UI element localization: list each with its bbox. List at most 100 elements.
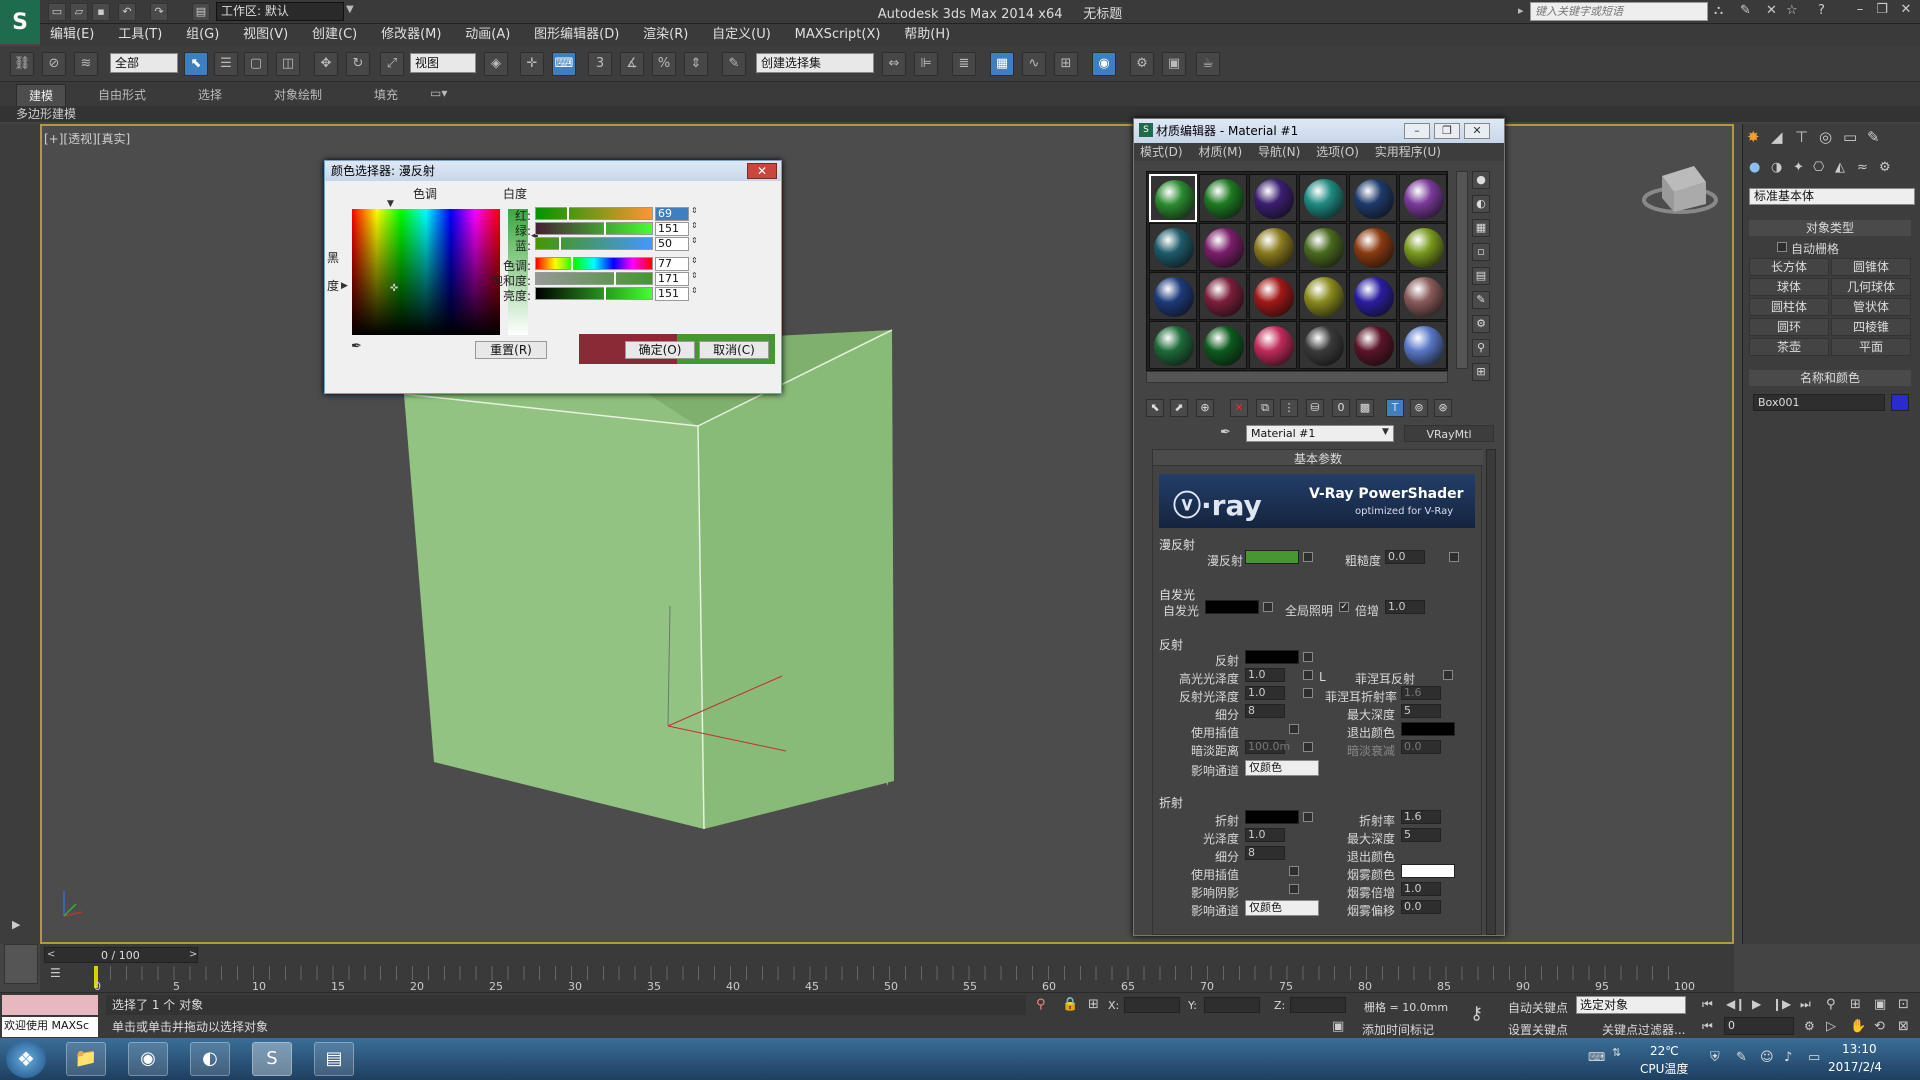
save-icon[interactable]: ▪ — [92, 3, 110, 21]
refr-subdivs-input[interactable]: 8 — [1245, 846, 1285, 860]
search-expand-icon[interactable]: ▸ — [1518, 4, 1524, 17]
hue-pointer-icon[interactable]: ▼ — [387, 199, 394, 209]
time-config-icon[interactable]: ⚙ — [1804, 1019, 1815, 1033]
menu-customize[interactable]: 自定义(U) — [702, 24, 781, 46]
reset-map-icon[interactable]: ✕ — [1230, 399, 1248, 417]
favorites-icon[interactable]: ☆ — [1786, 3, 1798, 18]
red-slider[interactable] — [535, 207, 653, 220]
set-key-icon[interactable]: ⚷ — [1470, 1003, 1483, 1024]
material-slot[interactable] — [1249, 321, 1297, 369]
obs-icon[interactable]: ◐ — [190, 1042, 230, 1076]
selection-filter-dropdown[interactable]: 全部 — [110, 53, 178, 73]
play-icon[interactable]: ▶ — [1752, 997, 1761, 1011]
red-value-input[interactable]: 69 — [655, 207, 689, 221]
me-restore-icon[interactable]: ❐ — [1434, 123, 1460, 139]
time-tag-icon[interactable]: ▣ — [1332, 1019, 1344, 1034]
material-name-dropdown-icon[interactable]: ▼ — [1382, 427, 1389, 437]
maxscript-listener-pink[interactable] — [2, 995, 98, 1015]
fresnel-ior-input[interactable]: 1.6 — [1401, 686, 1441, 700]
value-value-input[interactable]: 151 — [655, 287, 689, 301]
unlink-icon[interactable]: ⊘ — [42, 52, 66, 76]
roughness-input[interactable]: 0.0 — [1385, 550, 1425, 564]
go-to-start-icon[interactable]: ⏮ — [1702, 997, 1713, 1012]
go-to-end-icon[interactable]: ⏭ — [1800, 997, 1811, 1012]
material-slot[interactable] — [1249, 174, 1297, 222]
app-logo-icon[interactable]: S — [0, 0, 40, 44]
zoom-all-icon[interactable]: ⊞ — [1850, 997, 1861, 1012]
spinner-icon[interactable]: ⇕ — [691, 286, 698, 295]
box-button[interactable]: 长方体 — [1749, 258, 1829, 276]
torus-button[interactable]: 圆环 — [1749, 318, 1829, 336]
refl-gloss-input[interactable]: 1.0 — [1245, 686, 1285, 700]
absolute-mode-icon[interactable]: ⊞ — [1088, 997, 1099, 1012]
make-unique-icon[interactable]: ⋮ — [1280, 399, 1298, 417]
material-map-navigator-icon[interactable]: ⊞ — [1472, 363, 1490, 381]
spinner-icon[interactable]: ⇕ — [691, 271, 698, 280]
value-slider[interactable] — [535, 287, 653, 300]
undo-icon[interactable]: ↶ — [118, 3, 136, 21]
track-bar[interactable]: 0 5 10 15 20 25 30 35 40 45 50 55 60 65 70 75 80 85 90 95 10… — [94, 966, 1695, 993]
reflect-color-swatch[interactable] — [1245, 650, 1299, 664]
file-explorer-icon[interactable]: 📁 — [66, 1042, 106, 1076]
assign-to-selection-icon[interactable]: ⊕ — [1196, 399, 1214, 417]
ok-button[interactable]: 确定(O) — [625, 341, 695, 359]
redo-icon[interactable]: ↷ — [150, 3, 168, 21]
bind-spacewarp-icon[interactable]: ≋ — [74, 52, 98, 76]
time-slider[interactable]: < 0 / 100 > — [44, 947, 198, 963]
zoom-extents-icon[interactable]: ▣ — [1874, 997, 1886, 1012]
zoom-extents-all-icon[interactable]: ⊡ — [1898, 997, 1909, 1012]
green-value-input[interactable]: 151 — [655, 222, 689, 236]
me-menu-options[interactable]: 选项(O) — [1310, 143, 1365, 161]
fog-bias-input[interactable]: 0.0 — [1401, 900, 1441, 914]
named-selection-dropdown[interactable]: 创建选择集 — [756, 53, 874, 73]
affect-channels-dropdown[interactable]: 仅颜色 — [1245, 760, 1319, 776]
select-by-material-icon[interactable]: ⚲ — [1472, 339, 1490, 357]
get-material-icon[interactable]: ⬉ — [1146, 399, 1164, 417]
material-slot[interactable] — [1149, 223, 1197, 271]
window-crossing-icon[interactable]: ◫ — [276, 52, 300, 76]
saturation-value-input[interactable]: 171 — [655, 272, 689, 286]
gi-checkbox[interactable]: ✓ — [1339, 602, 1349, 612]
material-slot[interactable] — [1199, 174, 1247, 222]
me-menu-modes[interactable]: 模式(D) — [1134, 143, 1189, 161]
render-production-icon[interactable]: ☕ — [1196, 52, 1220, 76]
time-slider-next-icon[interactable]: > — [189, 949, 197, 960]
mini-curve-toggle-icon[interactable] — [4, 944, 38, 984]
material-slot[interactable] — [1399, 272, 1447, 320]
align-icon[interactable]: ⊫ — [914, 52, 938, 76]
link-icon[interactable]: ⛓ — [10, 52, 34, 76]
material-slot[interactable] — [1399, 174, 1447, 222]
hilight-gloss-input[interactable]: 1.0 — [1245, 668, 1285, 682]
workspace-dropdown[interactable]: 工作区: 默认 — [216, 2, 344, 21]
search-input[interactable]: 键入关键字或短语 — [1530, 2, 1708, 21]
cancel-button[interactable]: 取消(C) — [699, 341, 769, 359]
spinner-icon[interactable]: ⇕ — [691, 256, 698, 265]
go-forward-sibling-icon[interactable]: ⊛ — [1434, 399, 1452, 417]
dim-distance-input[interactable]: 100.0m — [1245, 740, 1290, 754]
hue-value-input[interactable]: 77 — [655, 257, 689, 271]
tray-pen-icon[interactable]: ✎ — [1736, 1050, 1747, 1065]
mirror-icon[interactable]: ⇔ — [882, 52, 906, 76]
material-slot[interactable] — [1149, 272, 1197, 320]
pyramid-button[interactable]: 四棱锥 — [1831, 318, 1911, 336]
color-picker-close-button[interactable]: ✕ — [747, 163, 777, 179]
video-color-check-icon[interactable]: ▤ — [1472, 267, 1490, 285]
make-preview-icon[interactable]: ✎ — [1472, 291, 1490, 309]
maxscript-listener[interactable]: 欢迎使用 MAXSc — [2, 1017, 98, 1037]
systems-icon[interactable]: ⚙ — [1879, 160, 1891, 175]
key-filters-button[interactable]: 关键点过滤器... — [1602, 1021, 1685, 1038]
object-color-swatch[interactable] — [1891, 394, 1909, 411]
fov-icon[interactable]: ▷ — [1826, 1019, 1836, 1034]
menu-tools[interactable]: 工具(T) — [108, 24, 172, 46]
sphere-button[interactable]: 球体 — [1749, 278, 1829, 296]
curve-editor-icon[interactable]: ∿ — [1022, 52, 1046, 76]
ribbon-tab-selection[interactable]: 选择 — [198, 86, 222, 103]
selection-lock-icon[interactable]: 🔒 — [1062, 997, 1078, 1012]
refract-map-button[interactable] — [1303, 812, 1313, 822]
tray-people-icon[interactable]: ☺ — [1760, 1050, 1774, 1065]
select-manipulate-icon[interactable]: ✛ — [520, 52, 544, 76]
exit-color-swatch[interactable] — [1401, 722, 1455, 736]
slots-vertical-scrollbar[interactable] — [1456, 171, 1468, 369]
setkey-button[interactable]: 设置关键点 — [1508, 1021, 1568, 1038]
subdivs-input[interactable]: 8 — [1245, 704, 1285, 718]
